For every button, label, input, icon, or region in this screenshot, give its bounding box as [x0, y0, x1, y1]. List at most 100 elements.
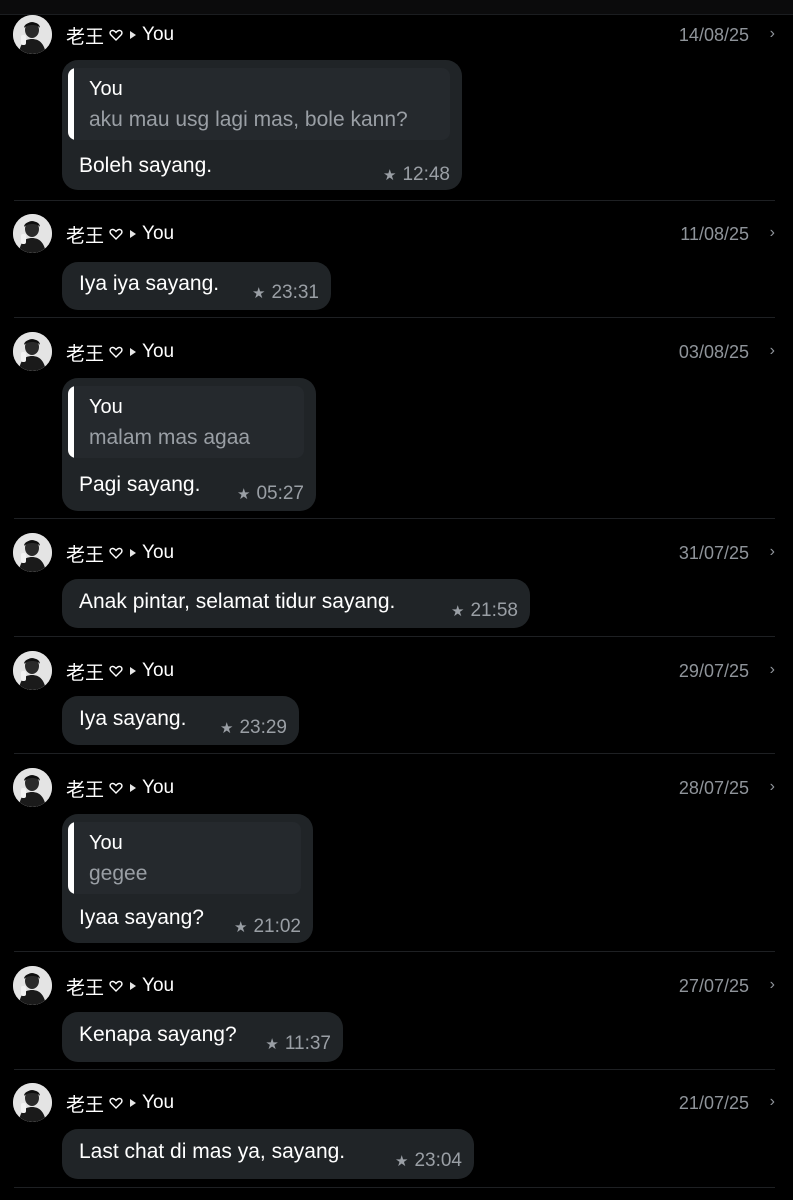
starred-message-entry[interactable]: 老王 You 31/07/25 › Anak pintar, selamat t…	[0, 533, 793, 637]
forward-arrow-icon	[130, 31, 137, 39]
message-meta: ★ 23:04	[395, 1150, 462, 1172]
recipient-name: You	[142, 660, 175, 681]
avatar[interactable]	[13, 332, 52, 371]
star-icon: ★	[237, 486, 251, 503]
reply-quote-text: gegee	[89, 862, 148, 885]
message-meta: ★ 23:31	[252, 282, 319, 304]
reply-quote[interactable]: You aku mau usg lagi mas, bole kann?	[68, 68, 450, 140]
chevron-right-icon[interactable]: ›	[770, 342, 775, 360]
message-bubble[interactable]: Iya sayang. ★ 23:29	[62, 696, 299, 745]
reply-quote-name: You	[89, 832, 123, 854]
starred-message-entry[interactable]: 老王 You 21/07/25 › Last chat di mas ya, s…	[0, 1083, 793, 1188]
recipient-name: You	[142, 975, 175, 996]
message-date: 28/07/25	[678, 778, 749, 798]
message-bubble[interactable]: Kenapa sayang? ★ 11:37	[62, 1012, 343, 1062]
chevron-right-icon[interactable]: ›	[770, 543, 775, 561]
heart-outline-icon	[109, 1097, 123, 1109]
sender-name: 老王	[66, 225, 105, 247]
message-meta: ★ 21:58	[451, 600, 518, 622]
avatar[interactable]	[13, 768, 52, 807]
chevron-right-icon[interactable]: ›	[770, 778, 775, 796]
avatar[interactable]	[13, 966, 52, 1005]
divider	[14, 1069, 775, 1070]
message-bubble[interactable]: You gegee Iyaa sayang? ★ 21:02	[62, 814, 313, 943]
message-bubble[interactable]: Last chat di mas ya, sayang. ★ 23:04	[62, 1129, 474, 1179]
message-time: 05:27	[256, 483, 304, 504]
message-bubble[interactable]: You malam mas agaa Pagi sayang. ★ 05:27	[62, 378, 316, 511]
heart-outline-icon	[109, 980, 123, 992]
divider	[14, 1187, 775, 1188]
chevron-right-icon[interactable]: ›	[770, 224, 775, 242]
reply-quote-name: You	[89, 78, 123, 100]
avatar[interactable]	[13, 1083, 52, 1122]
message-text: Iya iya sayang.	[79, 272, 220, 295]
sender-name: 老王	[66, 343, 105, 365]
reply-quote-text: malam mas agaa	[89, 426, 251, 449]
star-icon: ★	[234, 919, 248, 936]
divider	[14, 317, 775, 318]
message-text: Iyaa sayang?	[79, 906, 204, 929]
reply-quote[interactable]: You gegee	[68, 822, 301, 894]
avatar[interactable]	[13, 533, 52, 572]
message-header: 老王 You	[66, 776, 174, 801]
top-edge	[0, 0, 793, 15]
sender-name: 老王	[66, 26, 105, 48]
message-time: 23:04	[414, 1150, 462, 1171]
message-date: 31/07/25	[678, 543, 749, 563]
message-header: 老王 You	[66, 974, 175, 999]
divider	[14, 951, 775, 952]
divider	[14, 636, 775, 637]
message-date: 21/07/25	[678, 1093, 749, 1113]
star-icon: ★	[265, 1036, 279, 1053]
heart-outline-icon	[109, 29, 123, 41]
chevron-right-icon[interactable]: ›	[770, 25, 775, 43]
message-date: 14/08/25	[678, 25, 749, 45]
starred-message-entry[interactable]: 老王 You 29/07/25 › Iya sayang. ★ 23:29	[0, 651, 793, 754]
star-icon: ★	[252, 285, 266, 302]
message-text: Anak pintar, selamat tidur sayang.	[79, 590, 396, 613]
starred-message-entry[interactable]: 老王 You 11/08/25 › Iya iya sayang. ★ 23:3…	[0, 214, 793, 318]
message-date: 27/07/25	[678, 976, 749, 996]
forward-arrow-icon	[130, 667, 137, 675]
message-meta: ★ 21:02	[234, 916, 301, 938]
forward-arrow-icon	[130, 1099, 137, 1107]
forward-arrow-icon	[130, 230, 137, 238]
chevron-right-icon[interactable]: ›	[770, 661, 775, 679]
starred-message-entry[interactable]: 老王 You 03/08/25 › You malam mas agaa Pag…	[0, 332, 793, 519]
message-header: 老王 You	[66, 222, 174, 247]
recipient-name: You	[142, 1092, 175, 1113]
star-icon: ★	[395, 1153, 409, 1170]
sender-name: 老王	[66, 977, 105, 999]
avatar[interactable]	[13, 214, 52, 253]
message-time: 12:48	[402, 164, 450, 185]
heart-outline-icon	[109, 782, 123, 794]
message-bubble[interactable]: You aku mau usg lagi mas, bole kann? Bol…	[62, 60, 462, 190]
chevron-right-icon[interactable]: ›	[770, 976, 775, 994]
avatar[interactable]	[13, 15, 52, 54]
message-date: 03/08/25	[678, 342, 749, 362]
message-bubble[interactable]: Iya iya sayang. ★ 23:31	[62, 262, 331, 310]
message-meta: ★ 05:27	[237, 483, 304, 505]
starred-message-entry[interactable]: 老王 You 14/08/25 › You aku mau usg lagi m…	[0, 15, 793, 201]
forward-arrow-icon	[130, 784, 137, 792]
message-text: Pagi sayang.	[79, 473, 201, 496]
heart-outline-icon	[109, 547, 123, 559]
heart-outline-icon	[109, 665, 123, 677]
forward-arrow-icon	[130, 549, 137, 557]
message-date: 11/08/25	[680, 224, 749, 244]
message-text: Kenapa sayang?	[79, 1023, 237, 1046]
message-bubble[interactable]: Anak pintar, selamat tidur sayang. ★ 21:…	[62, 579, 530, 628]
heart-outline-icon	[109, 346, 123, 358]
avatar[interactable]	[13, 651, 52, 690]
message-header: 老王 You	[66, 541, 174, 566]
message-time: 11:37	[284, 1033, 331, 1054]
message-time: 23:31	[271, 282, 319, 303]
chevron-right-icon[interactable]: ›	[770, 1093, 775, 1111]
message-header: 老王 You	[66, 23, 174, 48]
divider	[14, 753, 775, 754]
starred-message-entry[interactable]: 老王 You 27/07/25 › Kenapa sayang? ★ 11:37	[0, 966, 793, 1070]
reply-quote-bar	[68, 68, 74, 140]
starred-message-entry[interactable]: 老王 You 28/07/25 › You gegee Iyaa sayang?…	[0, 768, 793, 952]
reply-quote[interactable]: You malam mas agaa	[68, 386, 304, 458]
message-meta: ★ 12:48	[383, 164, 450, 186]
